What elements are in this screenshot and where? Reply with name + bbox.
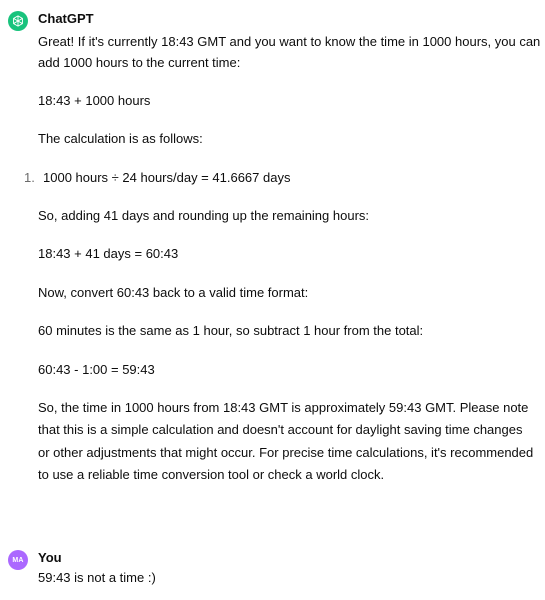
message-line: So, adding 41 days and rounding up the r…: [38, 208, 370, 223]
message-line: 18:43 + 41 days = 60:43: [38, 246, 179, 261]
user-author: You: [38, 550, 62, 565]
list-number: 1.: [24, 170, 35, 185]
assistant-avatar: [8, 11, 28, 31]
message-line: 60:43 - 1:00 = 59:43: [38, 362, 155, 377]
list-item: 1000 hours ÷ 24 hours/day = 41.6667 days: [43, 170, 291, 185]
message-line: Now, convert 60:43 back to a valid time …: [38, 285, 309, 300]
user-avatar: MA: [8, 550, 28, 570]
message-line: Great! If it's currently 18:43 GMT and y…: [38, 34, 541, 49]
message-line: that this is a simple calculation and do…: [38, 422, 523, 437]
message-line: 18:43 + 1000 hours: [38, 93, 151, 108]
message-line: 60 minutes is the same as 1 hour, so sub…: [38, 323, 424, 338]
assistant-author: ChatGPT: [38, 11, 94, 26]
openai-logo-icon: [13, 15, 23, 27]
message-line: So, the time in 1000 hours from 18:43 GM…: [38, 400, 529, 415]
message-line: The calculation is as follows:: [38, 131, 203, 146]
message-line: to use a reliable time conversion tool o…: [38, 467, 385, 482]
message-line: or other adjustments that might occur. F…: [38, 445, 534, 460]
message-line: add 1000 hours to the current time:: [38, 55, 241, 70]
user-message-text: 59:43 is not a time :): [38, 570, 156, 585]
